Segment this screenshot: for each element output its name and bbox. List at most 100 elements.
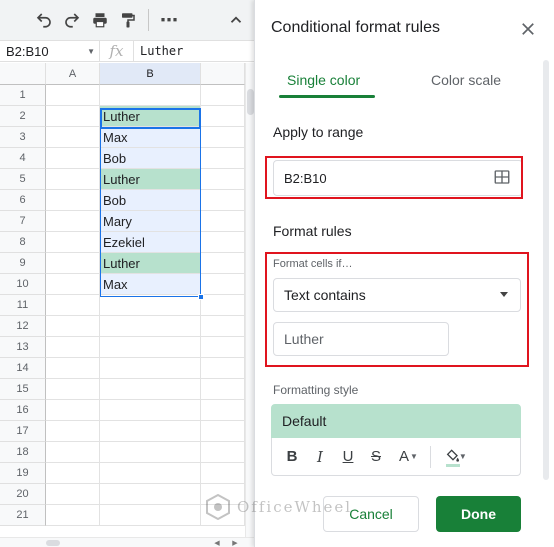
row-header[interactable]: 14 xyxy=(0,358,46,379)
cell-c[interactable] xyxy=(201,190,245,211)
row-header[interactable]: 3 xyxy=(0,127,46,148)
horizontal-scroll-thumb[interactable] xyxy=(46,540,60,546)
tab-color-scale[interactable]: Color scale xyxy=(431,72,501,88)
row-header[interactable]: 4 xyxy=(0,148,46,169)
cell-a[interactable] xyxy=(46,442,100,463)
cell-a[interactable] xyxy=(46,421,100,442)
range-input[interactable]: B2:B10 xyxy=(273,160,523,196)
cell-a[interactable] xyxy=(46,211,100,232)
panel-scrollbar[interactable] xyxy=(543,60,549,480)
cell-c[interactable] xyxy=(201,337,245,358)
cell-b[interactable]: Max xyxy=(100,274,201,295)
cell-a[interactable] xyxy=(46,358,100,379)
redo-icon[interactable] xyxy=(58,6,86,34)
cell-a[interactable] xyxy=(46,253,100,274)
cell-a[interactable] xyxy=(46,85,100,106)
cell-c[interactable] xyxy=(201,85,245,106)
cell-c[interactable] xyxy=(201,421,245,442)
cell-c[interactable] xyxy=(201,442,245,463)
condition-value-input[interactable]: Luther xyxy=(273,322,449,356)
cell-a[interactable] xyxy=(46,505,100,526)
underline-button[interactable]: U xyxy=(334,443,362,471)
vertical-scrollbar[interactable] xyxy=(245,63,254,537)
cell-b[interactable] xyxy=(100,358,201,379)
cell-a[interactable] xyxy=(46,316,100,337)
row-header[interactable]: 2 xyxy=(0,106,46,127)
print-icon[interactable] xyxy=(86,6,114,34)
cell-b[interactable] xyxy=(100,484,201,505)
cell-b[interactable]: Max xyxy=(100,127,201,148)
row-header[interactable]: 19 xyxy=(0,463,46,484)
formula-input[interactable]: Luther xyxy=(134,44,183,58)
row-header[interactable]: 6 xyxy=(0,190,46,211)
cell-a[interactable] xyxy=(46,106,100,127)
cell-b[interactable] xyxy=(100,421,201,442)
strikethrough-button[interactable]: S xyxy=(362,443,390,471)
row-header[interactable]: 9 xyxy=(0,253,46,274)
done-button[interactable]: Done xyxy=(436,496,521,532)
row-header[interactable]: 10 xyxy=(0,274,46,295)
vertical-scroll-thumb[interactable] xyxy=(247,89,254,115)
horizontal-scrollbar[interactable]: ◀ ▶ xyxy=(0,537,254,547)
cell-b[interactable]: Ezekiel xyxy=(100,232,201,253)
cell-b[interactable]: Luther xyxy=(100,253,201,274)
cell-a[interactable] xyxy=(46,463,100,484)
cell-a[interactable] xyxy=(46,232,100,253)
cell-c[interactable] xyxy=(201,211,245,232)
row-header[interactable]: 11 xyxy=(0,295,46,316)
cell-a[interactable] xyxy=(46,148,100,169)
row-header[interactable]: 15 xyxy=(0,379,46,400)
cell-a[interactable] xyxy=(46,295,100,316)
cell-a[interactable] xyxy=(46,274,100,295)
cell-b[interactable] xyxy=(100,337,201,358)
style-preview-dropdown[interactable]: Default xyxy=(271,404,521,438)
row-header[interactable]: 8 xyxy=(0,232,46,253)
close-icon[interactable] xyxy=(519,20,537,38)
cell-a[interactable] xyxy=(46,337,100,358)
italic-button[interactable]: I xyxy=(306,443,334,471)
cell-b[interactable] xyxy=(100,505,201,526)
cell-c[interactable] xyxy=(201,379,245,400)
column-header-b[interactable]: B xyxy=(100,63,201,85)
cell-c[interactable] xyxy=(201,295,245,316)
cell-b[interactable] xyxy=(100,400,201,421)
bold-button[interactable]: B xyxy=(278,443,306,471)
cell-a[interactable] xyxy=(46,190,100,211)
row-header[interactable]: 16 xyxy=(0,400,46,421)
row-header[interactable]: 17 xyxy=(0,421,46,442)
name-box[interactable]: B2:B10 ▼ xyxy=(0,41,100,61)
undo-icon[interactable] xyxy=(30,6,58,34)
cell-b[interactable] xyxy=(100,442,201,463)
cell-b[interactable] xyxy=(100,85,201,106)
row-header[interactable]: 13 xyxy=(0,337,46,358)
select-all-corner[interactable] xyxy=(0,63,46,85)
condition-dropdown[interactable]: Text contains xyxy=(273,278,521,312)
cell-a[interactable] xyxy=(46,127,100,148)
row-header[interactable]: 20 xyxy=(0,484,46,505)
cell-c[interactable] xyxy=(201,253,245,274)
collapse-icon[interactable] xyxy=(222,6,250,34)
cell-b[interactable]: Luther xyxy=(100,169,201,190)
cell-b[interactable] xyxy=(100,316,201,337)
column-header-a[interactable]: A xyxy=(46,63,100,85)
row-header[interactable]: 1 xyxy=(0,85,46,106)
cell-c[interactable] xyxy=(201,358,245,379)
cell-c[interactable] xyxy=(201,274,245,295)
cell-c[interactable] xyxy=(201,463,245,484)
fill-color-icon[interactable] xyxy=(439,443,467,471)
cell-c[interactable] xyxy=(201,400,245,421)
paint-format-icon[interactable] xyxy=(114,6,142,34)
scroll-left-icon[interactable]: ◀ xyxy=(212,538,222,547)
cell-c[interactable] xyxy=(201,127,245,148)
cell-a[interactable] xyxy=(46,379,100,400)
row-header[interactable]: 18 xyxy=(0,442,46,463)
cell-b[interactable] xyxy=(100,463,201,484)
cell-c[interactable] xyxy=(201,505,245,526)
cancel-button[interactable]: Cancel xyxy=(323,496,419,532)
cell-b[interactable]: Luther xyxy=(100,106,201,127)
cell-b[interactable]: Bob xyxy=(100,190,201,211)
select-range-icon[interactable] xyxy=(493,168,511,186)
tab-single-color[interactable]: Single color xyxy=(287,72,360,88)
more-icon[interactable]: ⋯ xyxy=(155,6,183,34)
cell-c[interactable] xyxy=(201,316,245,337)
